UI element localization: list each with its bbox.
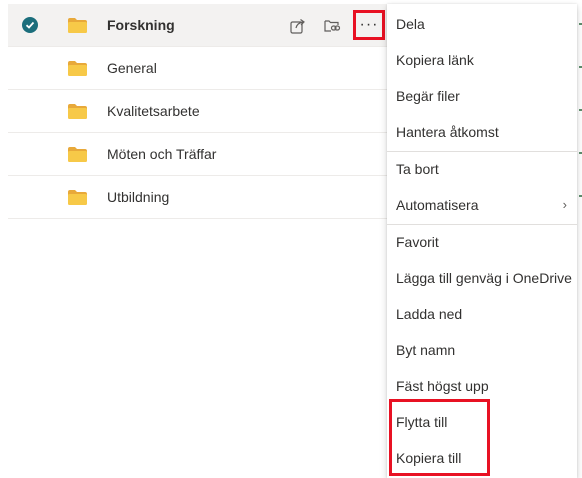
file-name[interactable]: Forskning — [107, 4, 175, 47]
share-icon[interactable] — [288, 16, 308, 36]
file-name[interactable]: Kvalitetsarbete — [107, 90, 200, 133]
menu-item-lagga-till-genvag[interactable]: Lägga till genväg i OneDrive — [387, 260, 577, 296]
menu-item-ladda-ned[interactable]: Ladda ned — [387, 296, 577, 332]
file-name[interactable]: Utbildning — [107, 176, 169, 219]
copy-link-icon[interactable] — [322, 16, 342, 36]
menu-item-byt-namn[interactable]: Byt namn — [387, 332, 577, 368]
folder-icon — [68, 18, 87, 38]
menu-item-fast-hogst-upp[interactable]: Fäst högst upp — [387, 368, 577, 404]
menu-item-flytta-till[interactable]: Flytta till — [387, 404, 577, 440]
menu-item-favorit[interactable]: Favorit — [387, 224, 577, 260]
folder-icon — [68, 61, 87, 81]
more-options-button[interactable]: ··· — [353, 10, 385, 40]
menu-item-ta-bort[interactable]: Ta bort — [387, 151, 577, 187]
menu-item-dela[interactable]: Dela — [387, 6, 577, 42]
file-row-moten-och-traffar[interactable]: Möten och Träffar — [8, 133, 390, 176]
file-name[interactable]: Möten och Träffar — [107, 133, 216, 176]
menu-item-label: Automatisera — [396, 197, 479, 213]
file-name[interactable]: General — [107, 47, 157, 90]
file-list: Forskning ··· General Kvalitetsarbete Mö… — [8, 4, 390, 219]
folder-icon — [68, 147, 87, 167]
menu-item-automatisera[interactable]: Automatisera › — [387, 187, 577, 223]
file-row-utbildning[interactable]: Utbildning — [8, 176, 390, 219]
menu-item-kopiera-lank[interactable]: Kopiera länk — [387, 42, 577, 78]
chevron-right-icon: › — [562, 197, 567, 212]
more-icon: ··· — [359, 16, 379, 33]
file-row-general[interactable]: General — [8, 47, 390, 90]
folder-icon — [68, 190, 87, 210]
menu-item-begar-filer[interactable]: Begär filer — [387, 78, 577, 114]
file-row-kvalitetsarbete[interactable]: Kvalitetsarbete — [8, 90, 390, 133]
folder-icon — [68, 104, 87, 124]
file-row-forskning[interactable]: Forskning ··· — [8, 4, 390, 47]
menu-item-kopiera-till[interactable]: Kopiera till — [387, 440, 577, 476]
check-circle-icon[interactable] — [22, 17, 38, 33]
context-menu: Dela Kopiera länk Begär filer Hantera åt… — [387, 4, 577, 478]
menu-item-hantera-atkomst[interactable]: Hantera åtkomst — [387, 114, 577, 150]
